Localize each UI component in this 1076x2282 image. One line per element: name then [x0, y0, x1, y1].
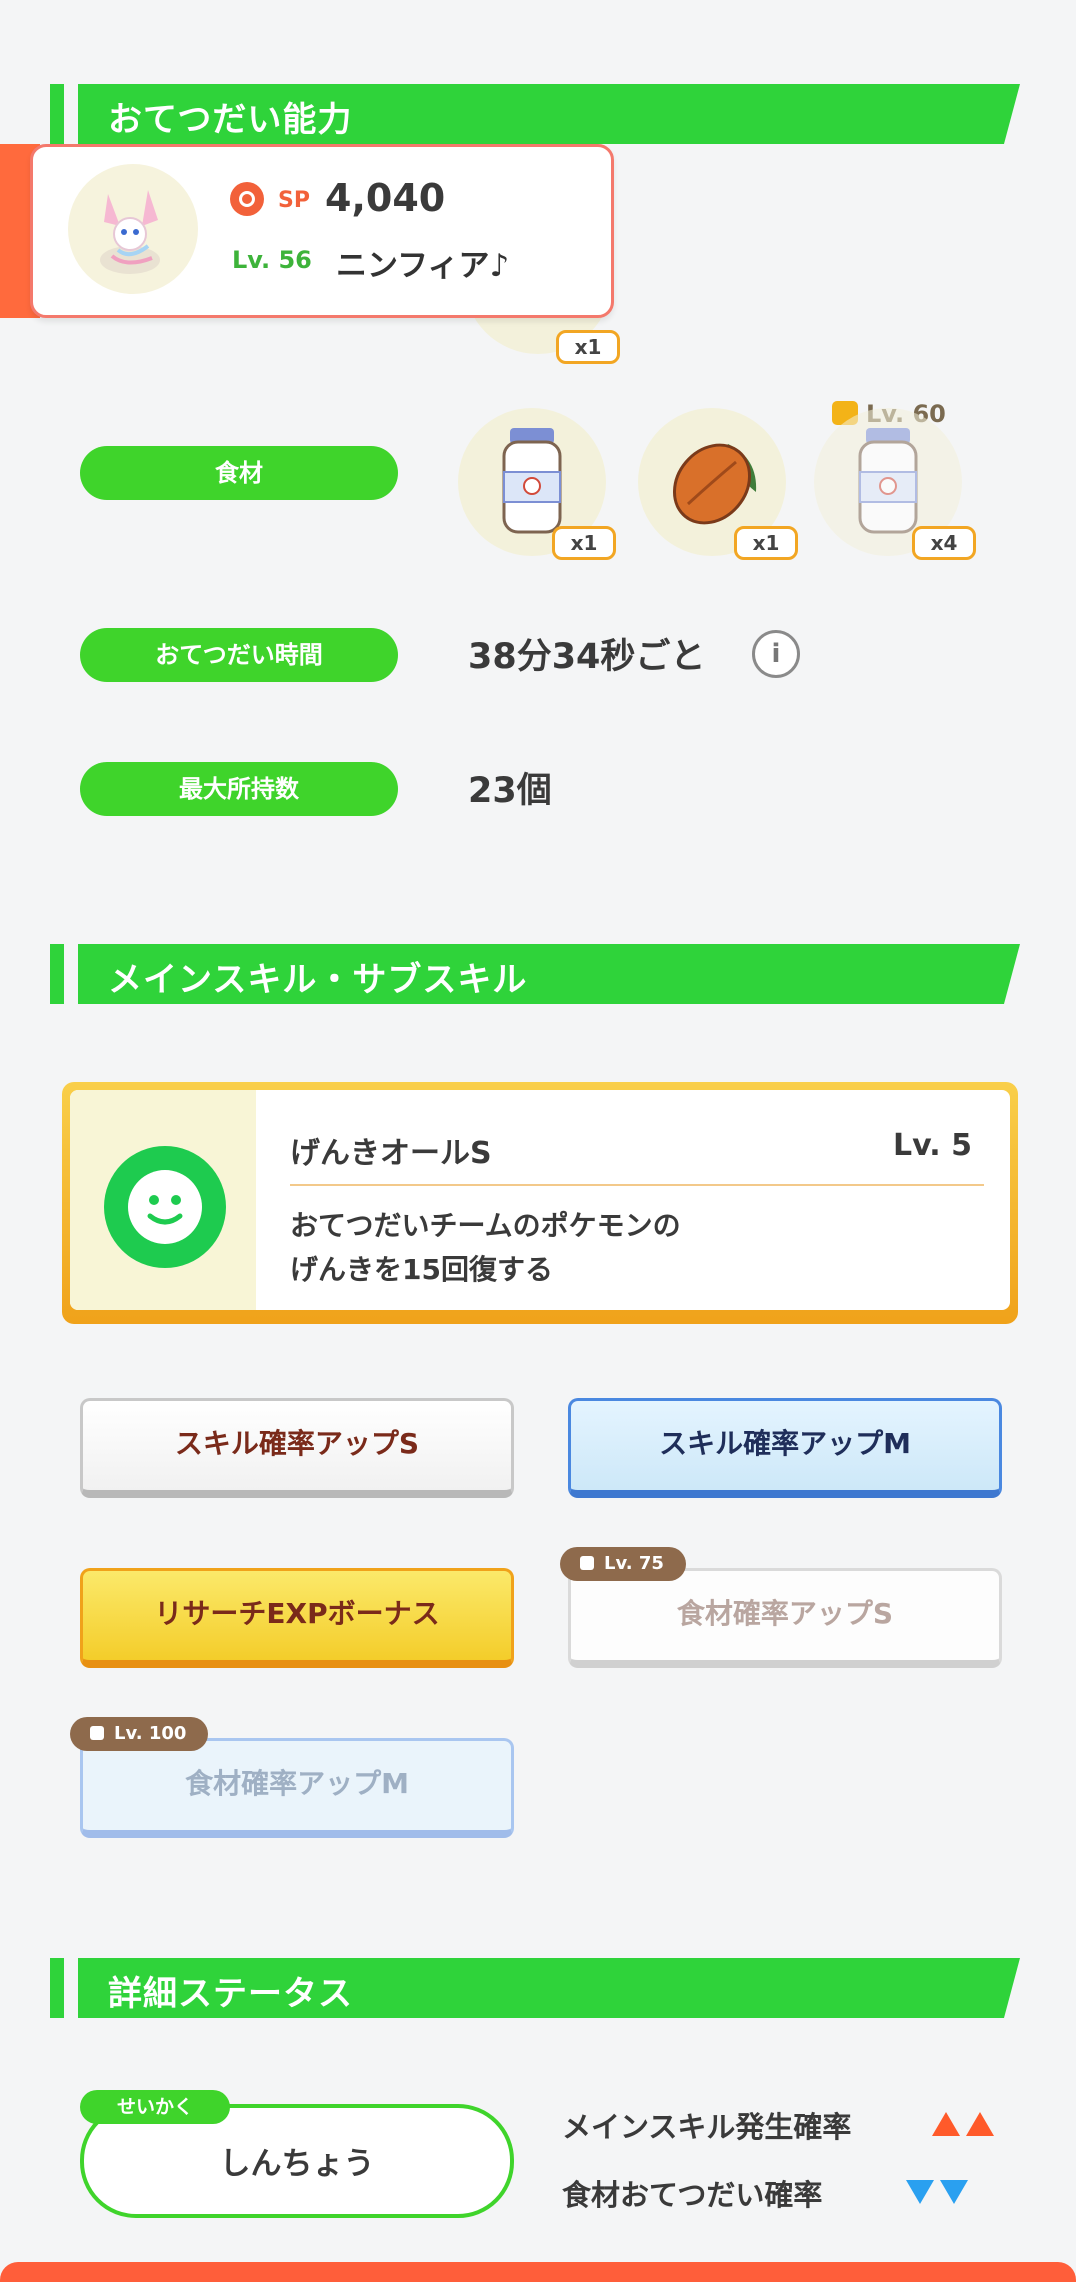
pokemon-level: Lv. 56 — [232, 246, 312, 274]
sylveon-icon — [100, 190, 160, 274]
divider — [290, 1184, 984, 1186]
ingredients-label-pill: 食材 — [80, 446, 398, 500]
help-time-value: 38分34秒ごと — [468, 637, 706, 677]
section-header-details: 詳細ステータス — [50, 1958, 1020, 2018]
skill-icon-area — [70, 1090, 256, 1310]
sub-skill-button[interactable]: リサーチEXPボーナス — [80, 1568, 514, 1668]
pokemon-profile-card[interactable]: SP 4,040 Lv. 56 ニンフィア♪ — [0, 144, 614, 318]
section-title: 詳細ステータス — [108, 1974, 353, 2014]
help-time-label-pill: おてつだい時間 — [80, 628, 398, 682]
lock-icon — [580, 1556, 594, 1570]
section-title: メインスキル・サブスキル — [108, 960, 528, 1000]
down-arrow-icon — [940, 2180, 968, 2204]
pokemon-name: ニンフィア♪ — [336, 248, 510, 284]
smile-glyph — [147, 1195, 183, 1225]
main-skill-name: げんきオールS — [290, 1136, 492, 1171]
section-header-ability: おてつだい能力 — [50, 84, 1020, 144]
header-accent — [50, 944, 64, 1004]
header-accent — [50, 1958, 64, 2018]
header-accent — [50, 84, 64, 144]
sub-skill-lock-tag: Lv. 100 — [70, 1717, 209, 1751]
section-title: おてつだい能力 — [108, 100, 353, 140]
nature-value: しんちょう — [219, 2146, 375, 2182]
ingredient-count-badge: x4 — [912, 526, 976, 560]
pokemon-avatar — [68, 164, 198, 294]
nature-down-stat: 食材おてつだい確率 — [562, 2178, 823, 2212]
down-arrow-icon — [906, 2180, 934, 2204]
sp-value: 4,040 — [325, 176, 446, 220]
sub-skill-button-locked[interactable]: 食材確率アップM — [80, 1738, 514, 1838]
section-header-skills: メインスキル・サブスキル — [50, 944, 1020, 1004]
ingredient-count-badge: x1 — [552, 526, 616, 560]
ingredient-count-badge: x1 — [734, 526, 798, 560]
max-carry-label-pill: 最大所持数 — [80, 762, 398, 816]
smile-face-icon — [104, 1146, 226, 1268]
bottom-bar — [0, 2262, 1076, 2282]
main-skill-inner: げんきオールS Lv. 5 おてつだいチームのポケモンの げんきを15回復する — [70, 1090, 1010, 1310]
max-carry-value: 23個 — [468, 771, 552, 811]
nature-tag: せいかく — [80, 2090, 230, 2124]
smile-face-bg — [128, 1170, 202, 1244]
lock-level-text: Lv. 100 — [114, 1723, 187, 1744]
up-arrow-icon — [932, 2112, 960, 2136]
sub-skill-lock-tag: Lv. 75 — [560, 1547, 686, 1581]
info-icon[interactable]: i — [752, 630, 800, 678]
main-skill-description: おてつだいチームのポケモンの げんきを15回復する — [290, 1204, 681, 1292]
desc-line: げんきを15回復する — [290, 1253, 553, 1286]
lock-icon — [90, 1726, 104, 1740]
main-skill-level: Lv. 5 — [893, 1128, 972, 1163]
sub-skill-button-locked[interactable]: 食材確率アップS — [568, 1568, 1002, 1668]
pokeball-sp-icon — [230, 182, 264, 216]
ingredient-count-badge: x1 — [556, 330, 620, 364]
sp-label: SP — [278, 188, 310, 213]
up-arrow-icon — [966, 2112, 994, 2136]
sub-skill-button[interactable]: スキル確率アップS — [80, 1398, 514, 1498]
main-skill-card[interactable]: げんきオールS Lv. 5 おてつだいチームのポケモンの げんきを15回復する — [62, 1082, 1018, 1324]
desc-line: おてつだいチームのポケモンの — [290, 1209, 681, 1242]
nature-up-stat: メインスキル発生確率 — [562, 2110, 852, 2144]
sub-skill-button[interactable]: スキル確率アップM — [568, 1398, 1002, 1498]
lock-level-text: Lv. 75 — [604, 1553, 664, 1574]
